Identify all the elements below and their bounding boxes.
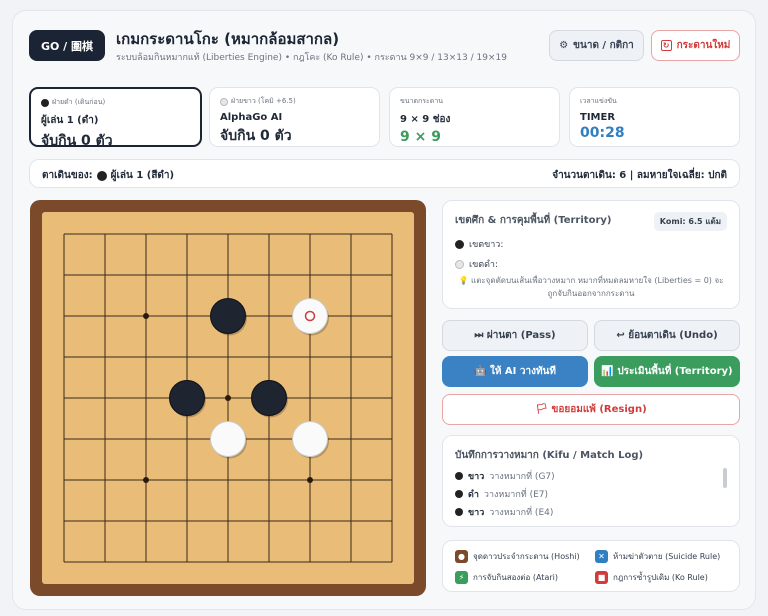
rules-legend: ● จุดดาวประจำกระดาน (Hoshi) ✕ ห้ามฆ่าตัวตา… [442, 540, 740, 592]
log-scrollbar[interactable] [723, 468, 727, 488]
black-player-label: ฝ่ายดำ (เดินก่อน) [52, 98, 106, 106]
timer-label: เวลาแข่งขัน [580, 97, 617, 105]
hoshi-icon: ● [455, 550, 468, 563]
board-size-card: ขนาดกระดาน 9 × 9 ช่อง 9 × 9 [389, 87, 560, 147]
white-stone-icon [455, 259, 464, 269]
turn-player: ผู้เล่น 1 (สีดำ) [110, 170, 175, 181]
ko-rule-icon: ■ [595, 571, 608, 584]
gear-icon: ⚙ [559, 40, 569, 51]
timer-value: 00:28 [580, 125, 625, 141]
resign-button[interactable]: 🏳 ขอยอมแพ้ (Resign) [442, 394, 740, 425]
page-title: เกมกระดานโกะ (หมากล้อมสากล) [116, 30, 340, 48]
log-entry: ขาว วางหมากที่ (G7) [455, 467, 723, 485]
white-player-card: ฝ่ายขาว (โคมิ +6.5) AlphaGo AI จับกิน 0 … [209, 87, 380, 147]
evaluate-territory-button[interactable]: 📊 ประเมินพื้นที่ (Territory) [594, 356, 740, 387]
game-window: GO / 圍棋 เกมกระดานโกะ (หมากล้อมสากล) ระบบ… [12, 10, 756, 610]
legend-suicide: ห้ามฆ่าตัวตาย (Suicide Rule) [613, 552, 721, 561]
log-list[interactable]: ขาว วางหมากที่ (G7) ดำ วางหมากที่ (E7) ขาว… [455, 467, 723, 521]
black-captures: จับกิน 0 ตัว [41, 133, 113, 149]
atari-icon: ⚡ [455, 571, 468, 584]
size-rules-label: ขนาด / กติกา [573, 40, 634, 51]
page-subtitle: ระบบล้อมกินหมากแท้ (Liberties Engine) • … [116, 53, 507, 63]
stone-icon [455, 508, 463, 516]
ai-move-button[interactable]: 🤖 ให้ AI วางทันที [442, 356, 588, 387]
white-stone [292, 421, 328, 457]
size-rules-button[interactable]: ⚙ ขนาด / กติกา [549, 30, 644, 61]
go-board[interactable] [42, 212, 414, 584]
black-player-name: ผู้เล่น 1 (ดำ) [41, 115, 99, 126]
hoshi-point [143, 477, 149, 483]
territory-panel: เขตศึก & การคุมพื้นที่ (Territory) Komi:… [442, 200, 740, 309]
hoshi-point [225, 395, 231, 401]
timer-name: TIMER [580, 112, 616, 123]
log-entry: ดำ วางหมากที่ (E7) [455, 485, 723, 503]
black-stone [169, 380, 205, 416]
new-board-label: กระดานใหม่ [676, 40, 731, 51]
pass-button[interactable]: ⏭ ผ่านตา (Pass) [442, 320, 588, 351]
refresh-icon: ↻ [660, 40, 672, 51]
placement-hint: 💡 แตะจุดตัดบนเส้นเพื่อวางหมาก หมากที่หมด… [458, 276, 724, 298]
board-size-name: 9 × 9 ช่อง [400, 114, 451, 125]
stone-icon [455, 472, 463, 480]
legend-atari: การจับกินสองต่อ (Atari) [473, 573, 558, 582]
white-stone-icon [220, 97, 228, 106]
hoshi-point [307, 477, 313, 483]
black-player-card: ฝ่ายดำ (เดินก่อน) ผู้เล่น 1 (ดำ) จับกิน … [29, 87, 202, 149]
match-log-panel: บันทึกการวางหมาก (Kifu / Match Log) ขาวว… [442, 435, 740, 527]
hoshi-point [143, 313, 149, 319]
black-stone-icon [41, 98, 49, 107]
undo-button[interactable]: ↩ ย้อนตาเดิน (Undo) [594, 320, 740, 351]
white-stone [210, 421, 246, 457]
new-board-button[interactable]: ↻ กระดานใหม่ [651, 30, 740, 61]
white-captures: จับกิน 0 ตัว [220, 128, 292, 144]
black-stone [210, 298, 246, 334]
board-size-label: ขนาดกระดาน [400, 97, 444, 105]
current-turn-stone-icon [96, 170, 107, 181]
board-frame [30, 200, 426, 596]
black-zone-label: เขตดำ: [469, 260, 499, 270]
move-stats: จำนวนตาเดิน: 6 | ลมหายใจเฉลี่ย: ปกติ [552, 170, 727, 181]
white-player-name: AlphaGo AI [220, 112, 283, 123]
legend-ko: กฎการซ้ำรูปเดิม (Ko Rule) [613, 573, 708, 582]
legend-hoshi: จุดดาวประจำกระดาน (Hoshi) [473, 552, 580, 561]
suicide-rule-icon: ✕ [595, 550, 608, 563]
komi-badge: Komi: 6.5 แต้ม [653, 212, 727, 231]
black-stone [251, 380, 287, 416]
timer-card: เวลาแข่งขัน TIMER 00:28 [569, 87, 740, 147]
white-player-label: ฝ่ายขาว (โคมิ +6.5) [231, 97, 296, 105]
board-grid[interactable] [42, 212, 414, 584]
turn-label: ตาเดินของ: [42, 170, 93, 181]
territory-title: เขตศึก & การคุมพื้นที่ (Territory) [455, 215, 612, 226]
log-entry: ขาว วางหมากที่ (E4) [455, 503, 723, 521]
turn-bar: ตาเดินของ: ผู้เล่น 1 (สีดำ) จำนวนตาเดิน:… [29, 159, 740, 188]
log-title: บันทึกการวางหมาก (Kifu / Match Log) [455, 450, 644, 461]
stone-icon [455, 490, 463, 498]
black-stone-icon [455, 239, 464, 249]
white-stone [292, 298, 328, 334]
white-zone-label: เขตขาว: [469, 240, 504, 250]
app-logo: GO / 圍棋 [29, 30, 105, 61]
board-size-value: 9 × 9 [400, 129, 441, 145]
